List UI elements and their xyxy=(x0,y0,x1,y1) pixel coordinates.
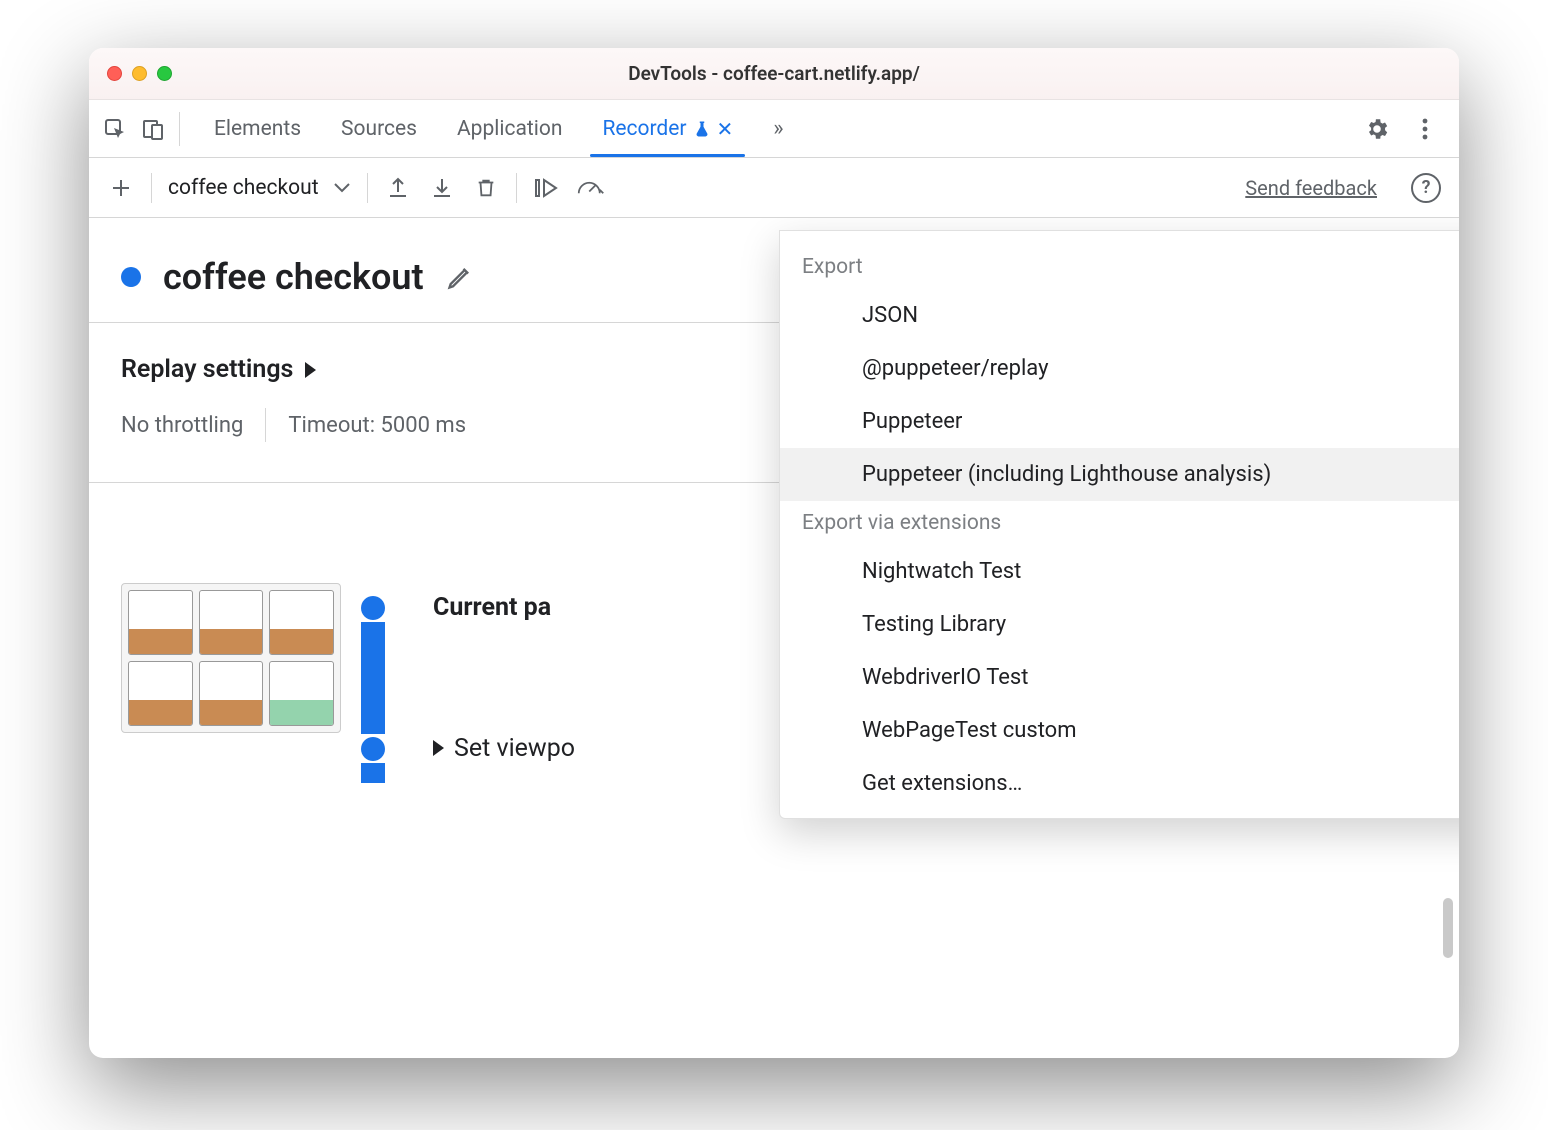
page-thumbnail xyxy=(121,583,341,733)
timeline-node xyxy=(361,596,385,620)
export-puppeteer[interactable]: Puppeteer xyxy=(780,395,1459,448)
devtools-tabbar: Elements Sources Application Recorder ✕ … xyxy=(89,100,1459,158)
delete-icon[interactable] xyxy=(472,174,500,202)
export-webdriverio[interactable]: WebdriverIO Test xyxy=(780,651,1459,704)
step-icon[interactable] xyxy=(533,174,561,202)
send-feedback-link[interactable]: Send feedback xyxy=(1245,176,1377,200)
devtools-window: DevTools - coffee-cart.netlify.app/ Elem… xyxy=(89,48,1459,1058)
experiment-icon xyxy=(693,120,711,138)
caret-right-icon xyxy=(433,740,444,756)
settings-icon[interactable] xyxy=(1363,115,1391,143)
chevron-double-right-icon: » xyxy=(773,116,783,141)
throttling-value: No throttling xyxy=(121,413,243,438)
step-current-page[interactable]: Current pa xyxy=(433,593,551,622)
edit-title-icon[interactable] xyxy=(446,263,474,291)
recording-selector[interactable]: coffee checkout xyxy=(168,176,351,200)
window-title: DevTools - coffee-cart.netlify.app/ xyxy=(89,62,1459,85)
export-get-extensions[interactable]: Get extensions… xyxy=(780,757,1459,810)
export-extensions-section-label: Export via extensions xyxy=(780,501,1459,545)
maximize-window-button[interactable] xyxy=(157,66,172,81)
recorder-content: coffee checkout Replay settings No throt… xyxy=(89,218,1459,1058)
kebab-menu-icon[interactable] xyxy=(1411,115,1439,143)
export-puppeteer-lighthouse[interactable]: Puppeteer (including Lighthouse analysis… xyxy=(780,448,1459,501)
import-icon[interactable] xyxy=(428,174,456,202)
replay-settings-label: Replay settings xyxy=(121,355,293,384)
device-toggle-icon[interactable] xyxy=(139,115,167,143)
close-window-button[interactable] xyxy=(107,66,122,81)
recorder-toolbar: coffee checkout Send feedback ? xyxy=(89,158,1459,218)
minimize-window-button[interactable] xyxy=(132,66,147,81)
scrollbar-thumb[interactable] xyxy=(1443,898,1453,958)
tab-elements[interactable]: Elements xyxy=(194,100,321,157)
help-icon[interactable]: ? xyxy=(1411,173,1441,203)
export-json[interactable]: JSON xyxy=(780,289,1459,342)
inspect-icon[interactable] xyxy=(101,115,129,143)
tab-application[interactable]: Application xyxy=(437,100,582,157)
timeline-node xyxy=(361,737,385,761)
tab-recorder[interactable]: Recorder ✕ xyxy=(582,100,753,157)
timeout-value: Timeout: 5000 ms xyxy=(288,413,466,438)
chevron-down-icon xyxy=(333,182,351,194)
step-set-viewport[interactable]: Set viewpo xyxy=(433,734,575,763)
more-tabs-button[interactable]: » xyxy=(753,100,803,157)
close-tab-icon[interactable]: ✕ xyxy=(717,117,734,141)
traffic-lights xyxy=(107,66,172,81)
export-testing-library[interactable]: Testing Library xyxy=(780,598,1459,651)
add-recording-button[interactable] xyxy=(107,174,135,202)
recording-status-dot xyxy=(121,267,141,287)
caret-right-icon xyxy=(305,362,316,378)
export-section-label: Export xyxy=(780,245,1459,289)
export-webpagetest[interactable]: WebPageTest custom xyxy=(780,704,1459,757)
export-nightwatch[interactable]: Nightwatch Test xyxy=(780,545,1459,598)
recording-selector-label: coffee checkout xyxy=(168,176,319,200)
tab-sources[interactable]: Sources xyxy=(321,100,437,157)
recording-title: coffee checkout xyxy=(163,256,424,298)
titlebar: DevTools - coffee-cart.netlify.app/ xyxy=(89,48,1459,100)
export-icon[interactable] xyxy=(384,174,412,202)
export-dropdown: Export JSON @puppeteer/replay Puppeteer … xyxy=(779,230,1459,819)
replay-speed-icon[interactable] xyxy=(577,174,605,202)
export-puppeteer-replay[interactable]: @puppeteer/replay xyxy=(780,342,1459,395)
